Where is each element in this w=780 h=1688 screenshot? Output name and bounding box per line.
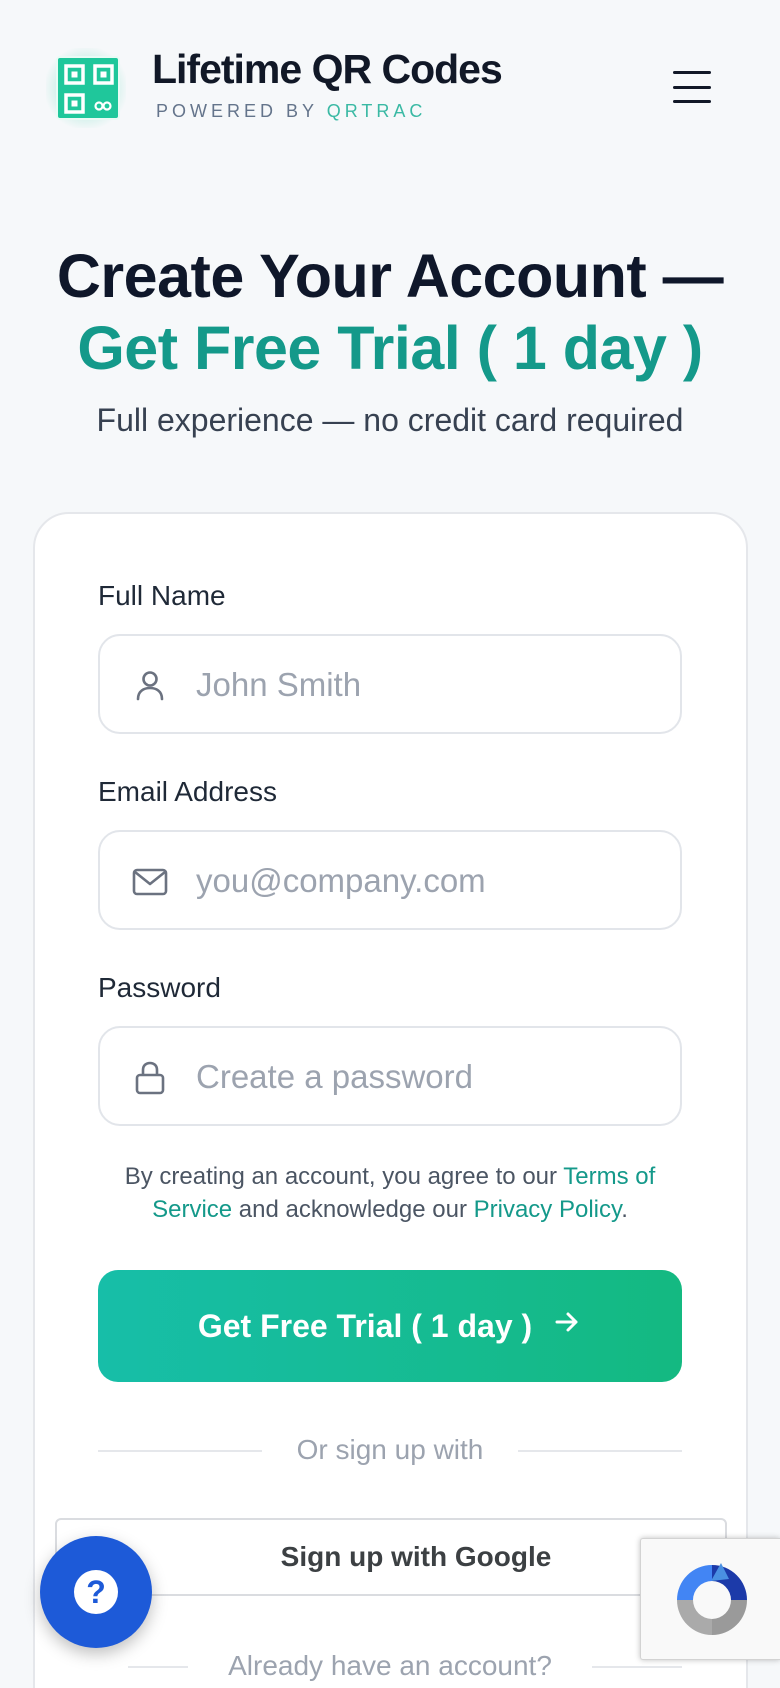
- divider-text: Or sign up with: [296, 1434, 484, 1465]
- privacy-policy-link[interactable]: Privacy Policy: [474, 1196, 622, 1223]
- password-label: Password: [98, 972, 221, 1003]
- page-subtitle: Full experience — no credit card require…: [96, 402, 684, 438]
- help-button[interactable]: ?: [40, 1536, 152, 1648]
- get-free-trial-button[interactable]: Get Free Trial ( 1 day ): [98, 1270, 682, 1382]
- terms-text: By creating an account, you agree to our…: [98, 1160, 682, 1226]
- signup-page: Lifetime QR Codes POWERED BY QRTRAC Crea…: [0, 0, 780, 1688]
- password-input[interactable]: [196, 1046, 666, 1108]
- brand-company: QRTRAC: [326, 101, 427, 121]
- email-label: Email Address: [98, 776, 277, 807]
- brand-title[interactable]: Lifetime QR Codes: [152, 46, 503, 93]
- recaptcha-badge[interactable]: [640, 1538, 780, 1660]
- terms-prefix: By creating an account, you agree to our: [124, 1163, 564, 1190]
- question-mark-icon: ?: [74, 1570, 118, 1614]
- brand-subtitle: POWERED BY QRTRAC: [156, 101, 426, 122]
- full-name-field[interactable]: [98, 634, 682, 734]
- qr-code-icon[interactable]: [56, 56, 120, 120]
- mail-icon: [130, 862, 170, 902]
- terms-suffix: .: [621, 1196, 628, 1223]
- lock-icon: [130, 1058, 170, 1098]
- hamburger-menu-icon[interactable]: [666, 64, 718, 110]
- page-title: Create Your Account —: [56, 242, 724, 310]
- password-field[interactable]: [98, 1026, 682, 1126]
- terms-middle: and acknowledge our: [232, 1196, 474, 1223]
- full-name-label: Full Name: [98, 580, 226, 611]
- arrow-right-icon: [552, 1307, 582, 1345]
- get-free-trial-label: Get Free Trial ( 1 day ): [197, 1307, 533, 1344]
- google-signup-button[interactable]: Sign up with Google: [55, 1518, 727, 1596]
- full-name-input[interactable]: [196, 654, 666, 716]
- user-icon: [130, 666, 170, 706]
- recaptcha-logo-icon: [677, 1563, 747, 1635]
- google-signup-label: Sign up with Google: [280, 1541, 552, 1572]
- powered-by-text: POWERED BY: [156, 101, 318, 121]
- email-input[interactable]: [196, 850, 666, 912]
- header: Lifetime QR Codes POWERED BY QRTRAC: [0, 0, 780, 170]
- page-title-highlight: Get Free Trial ( 1 day ): [77, 314, 703, 382]
- email-field[interactable]: [98, 830, 682, 930]
